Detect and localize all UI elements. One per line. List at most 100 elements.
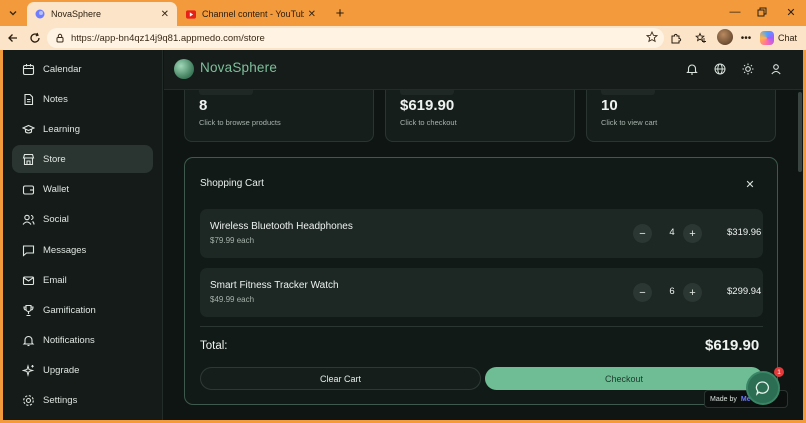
- cart-divider: [200, 326, 763, 327]
- sidebar-item-learning[interactable]: Learning: [12, 115, 153, 143]
- stat-hint: Click to checkout: [400, 118, 457, 127]
- stat-hint: Click to browse products: [199, 118, 281, 127]
- trophy-icon: [22, 304, 35, 317]
- main-content: 8 Click to browse products $619.90 Click…: [164, 50, 803, 420]
- sidebar-item-notes[interactable]: Notes: [12, 85, 153, 113]
- tab-actions-chevron-icon[interactable]: [4, 4, 22, 22]
- sidebar-item-social[interactable]: Social: [12, 205, 153, 233]
- sidebar-item-label: Email: [43, 274, 67, 286]
- cart-item-unit-price: $79.99 each: [210, 236, 255, 245]
- extensions-puzzle-icon[interactable]: [668, 30, 684, 46]
- users-icon: [22, 213, 35, 226]
- store-icon: [22, 153, 35, 166]
- decrease-quantity-button[interactable]: −: [633, 283, 652, 302]
- copilot-label: Chat: [778, 33, 798, 43]
- sidebar-item-settings[interactable]: Settings: [12, 386, 153, 414]
- address-bar[interactable]: https://app-bn4qz14j9q81.appmedo.com/sto…: [47, 28, 664, 48]
- tab-title: Channel content - YouTube Studio: [202, 9, 304, 19]
- sidebar-item-label: Notes: [43, 93, 68, 105]
- checkout-button[interactable]: Checkout: [485, 367, 763, 390]
- cart-item-name: Wireless Bluetooth Headphones: [210, 221, 353, 232]
- mail-icon: [22, 274, 35, 287]
- tab-youtube-studio[interactable]: Channel content - YouTube Studio ✕: [178, 2, 324, 26]
- novasphere-favicon-icon: [35, 9, 45, 19]
- message-icon: [22, 244, 35, 257]
- close-cart-icon[interactable]: ✕: [743, 177, 757, 191]
- brand-logo-icon[interactable]: [174, 59, 194, 79]
- sidebar-item-label: Store: [43, 153, 66, 165]
- sidebar-item-messages[interactable]: Messages: [12, 236, 153, 264]
- browser-tab-bar: NovaSphere ✕ Channel content - YouTube S…: [0, 0, 806, 26]
- sidebar-item-email[interactable]: Email: [12, 266, 153, 294]
- cart-total-label: Total:: [200, 340, 228, 352]
- stat-value: 10: [601, 97, 618, 114]
- sidebar: Calendar Notes Learning Store Wallet Soc…: [3, 50, 163, 420]
- user-profile-icon[interactable]: [769, 62, 783, 76]
- cart-item-quantity: 6: [669, 286, 675, 297]
- chat-unread-badge: 1: [774, 367, 784, 377]
- cart-item-unit-price: $49.99 each: [210, 295, 255, 304]
- bell-icon[interactable]: [685, 62, 699, 76]
- chat-bubble-icon: [755, 381, 769, 396]
- page-scrollbar[interactable]: [798, 92, 802, 172]
- sparkles-icon: [22, 363, 35, 377]
- globe-icon[interactable]: [713, 62, 727, 76]
- increase-quantity-button[interactable]: +: [683, 224, 702, 243]
- close-tab-icon[interactable]: ✕: [161, 9, 169, 20]
- notes-icon: [22, 93, 35, 106]
- sidebar-item-store[interactable]: Store: [12, 145, 153, 173]
- sidebar-item-notifications[interactable]: Notifications: [12, 326, 153, 354]
- sidebar-item-label: Gamification: [43, 304, 96, 316]
- app-window: Calendar Notes Learning Store Wallet Soc…: [3, 50, 803, 420]
- sidebar-item-calendar[interactable]: Calendar: [12, 55, 153, 83]
- app-header: NovaSphere: [164, 50, 803, 90]
- sidebar-item-label: Messages: [43, 244, 87, 256]
- sidebar-item-label: Upgrade: [43, 364, 80, 376]
- sidebar-item-gamification[interactable]: Gamification: [12, 296, 153, 324]
- sidebar-item-label: Settings: [43, 394, 78, 406]
- brand-name[interactable]: NovaSphere: [200, 60, 277, 75]
- url-text: https://app-bn4qz14j9q81.appmedo.com/sto…: [71, 32, 265, 44]
- increase-quantity-button[interactable]: +: [683, 283, 702, 302]
- profile-avatar[interactable]: [717, 29, 733, 45]
- minimize-icon[interactable]: —: [720, 3, 750, 21]
- close-window-icon[interactable]: ✕: [776, 3, 806, 21]
- made-by-label: Made by: [710, 395, 737, 403]
- sidebar-item-label: Notifications: [43, 334, 95, 346]
- restore-icon[interactable]: [747, 3, 777, 21]
- sidebar-item-label: Learning: [43, 123, 80, 135]
- cart-total-value: $619.90: [705, 337, 760, 354]
- sidebar-item-label: Social: [43, 213, 69, 225]
- stat-value: $619.90: [400, 97, 455, 114]
- youtube-favicon-icon: [186, 9, 196, 19]
- more-options-icon[interactable]: •••: [738, 30, 754, 46]
- back-arrow-icon[interactable]: [4, 29, 22, 47]
- sidebar-item-upgrade[interactable]: Upgrade: [12, 356, 153, 384]
- new-tab-plus-icon[interactable]: +: [331, 4, 349, 22]
- copilot-chat-button[interactable]: Chat: [760, 29, 797, 47]
- cart-item-name: Smart Fitness Tracker Watch: [210, 280, 339, 291]
- cart-item-quantity: 4: [669, 227, 675, 238]
- chat-launcher-button[interactable]: [746, 371, 780, 405]
- favorite-star-icon[interactable]: [645, 30, 659, 46]
- shopping-cart-panel: Shopping Cart ✕ Wireless Bluetooth Headp…: [184, 157, 778, 405]
- calendar-icon: [22, 63, 35, 76]
- favorites-collection-icon[interactable]: [693, 30, 709, 46]
- sun-theme-icon[interactable]: [741, 62, 755, 76]
- gear-icon: [22, 394, 35, 407]
- browser-toolbar: https://app-bn4qz14j9q81.appmedo.com/sto…: [0, 26, 806, 50]
- decrease-quantity-button[interactable]: −: [633, 224, 652, 243]
- cart-item-line-total: $319.96: [727, 227, 762, 238]
- cart-item-line-total: $299.94: [727, 286, 762, 297]
- tab-novasphere[interactable]: NovaSphere ✕: [27, 2, 177, 26]
- close-tab-icon[interactable]: ✕: [308, 9, 316, 20]
- sidebar-item-wallet[interactable]: Wallet: [12, 175, 153, 203]
- graduation-cap-icon: [22, 123, 35, 136]
- site-info-lock-icon[interactable]: [55, 33, 65, 43]
- cart-title: Shopping Cart: [200, 178, 264, 189]
- cart-item: Smart Fitness Tracker Watch $49.99 each …: [200, 268, 763, 317]
- reload-icon[interactable]: [26, 29, 44, 47]
- clear-cart-button[interactable]: Clear Cart: [200, 367, 481, 390]
- bell-icon: [22, 334, 35, 347]
- stat-hint: Click to view cart: [601, 118, 658, 127]
